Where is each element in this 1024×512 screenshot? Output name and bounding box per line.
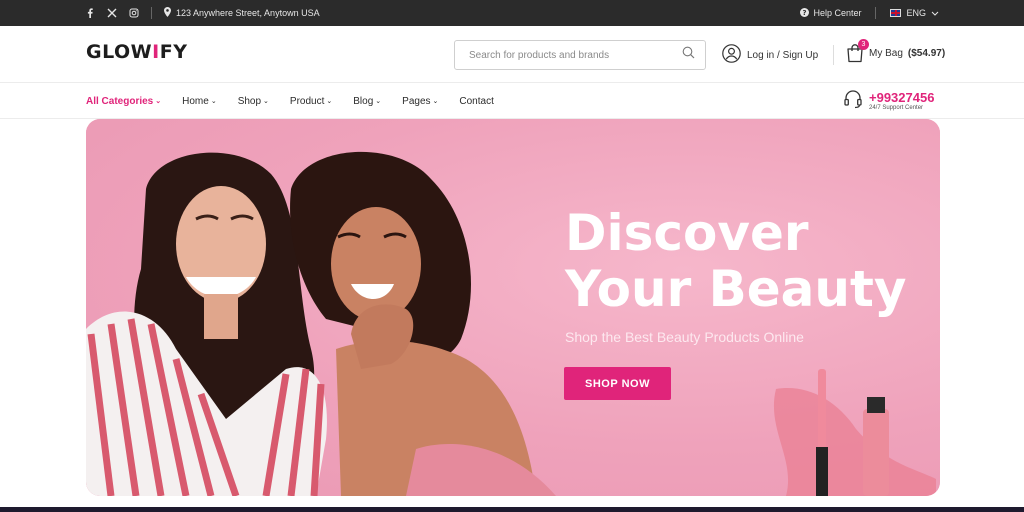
search-input[interactable] — [469, 49, 682, 61]
shopping-bag-icon — [846, 44, 864, 66]
divider — [833, 45, 834, 65]
logo-text: GLOW — [86, 41, 153, 63]
my-bag-button[interactable]: 3 My Bag ($54.97) — [846, 39, 946, 66]
phone-number: +99327456 — [869, 90, 935, 105]
address-text: 123 Anywhere Street, Anytown USA — [176, 8, 320, 18]
divider — [151, 7, 152, 19]
language-selector[interactable]: ENG — [890, 8, 939, 18]
hero-subtitle: Shop the Best Beauty Products Online — [565, 329, 804, 345]
nav-item-pages[interactable]: Pages ⌄ — [402, 96, 438, 107]
hero-photo-models — [86, 151, 556, 496]
nav-item-label: Product — [289, 95, 325, 107]
location-pin-icon — [164, 7, 171, 19]
topbar-right: ? Help Center ENG — [800, 0, 939, 26]
nav-item-shop[interactable]: Shop ⌄ — [238, 96, 269, 107]
main-header: GLOWIFY Log in / Sign Up 3 My Bag ($54.9… — [0, 26, 1024, 83]
chevron-down-icon: ⌄ — [326, 98, 333, 105]
x-icon[interactable] — [107, 8, 117, 18]
logo[interactable]: GLOWIFY — [86, 41, 187, 63]
support-label: 24/7 Support Center — [869, 105, 924, 111]
nav-item-blog[interactable]: Blog ⌄ — [353, 96, 381, 107]
topbar-left: 123 Anywhere Street, Anytown USA — [85, 0, 320, 26]
hero-title: Discover Your Beauty — [565, 205, 906, 317]
chevron-down-icon: ⌄ — [155, 98, 162, 105]
support-text: +99327456 24/7 Support Center — [869, 91, 934, 112]
nav-item-label: Shop — [237, 95, 262, 107]
nav-menu: All Categories ⌄ Home ⌄ Shop ⌄ Product ⌄ Blo… — [86, 83, 515, 119]
language-label: ENG — [906, 8, 926, 18]
logo-tail: FY — [159, 41, 188, 63]
support-phone[interactable]: +99327456 24/7 Support Center — [843, 89, 934, 114]
chevron-down-icon: ⌄ — [375, 98, 382, 105]
logo-accent: I — [152, 41, 160, 63]
nav-item-home[interactable]: Home ⌄ — [182, 96, 217, 107]
hero-banner: Discover Your Beauty Shop the Best Beauty… — [86, 119, 940, 496]
nav-item-product[interactable]: Product ⌄ — [290, 96, 332, 107]
chevron-down-icon: ⌄ — [432, 98, 439, 105]
user-icon — [722, 44, 741, 66]
search-icon[interactable] — [682, 46, 695, 64]
uk-flag-icon — [890, 9, 902, 17]
bag-label: My Bag — [869, 47, 903, 59]
login-label: Log in / Sign Up — [747, 49, 819, 61]
nav-item-label: Contact — [459, 95, 494, 107]
help-center-link[interactable]: ? Help Center — [800, 7, 862, 19]
instagram-icon[interactable] — [129, 8, 139, 18]
nav-item-label: Blog — [353, 95, 374, 107]
svg-text:?: ? — [803, 9, 807, 17]
hero-cosmetics-image — [773, 369, 936, 496]
headset-icon — [843, 89, 863, 114]
address: 123 Anywhere Street, Anytown USA — [164, 7, 320, 19]
chevron-down-icon: ⌄ — [263, 98, 269, 105]
bag-count-badge: 3 — [858, 39, 869, 50]
hero-title-line2: Your Beauty — [565, 260, 907, 318]
nav-item-label: Home — [182, 95, 209, 107]
facebook-icon[interactable] — [85, 8, 95, 18]
nav-item-contact[interactable]: Contact — [459, 96, 493, 107]
hero-title-line1: Discover — [565, 204, 809, 262]
help-center-label: Help Center — [813, 8, 862, 18]
main-nav: All Categories ⌄ Home ⌄ Shop ⌄ Product ⌄ Blo… — [0, 83, 1024, 119]
nav-item-label: All Categories — [86, 95, 154, 107]
bottom-edge — [0, 507, 1024, 512]
bag-icon-wrapper: 3 — [846, 39, 869, 66]
nav-item-all-categories[interactable]: All Categories ⌄ — [86, 96, 161, 107]
chevron-down-icon: ⌄ — [210, 98, 217, 105]
search-box — [454, 40, 706, 70]
chevron-down-icon — [931, 8, 939, 18]
help-icon: ? — [800, 7, 810, 19]
divider — [875, 7, 877, 19]
bag-total: ($54.97) — [907, 47, 946, 59]
top-bar: 123 Anywhere Street, Anytown USA ? Help … — [0, 0, 1024, 26]
login-signup-link[interactable]: Log in / Sign Up — [722, 44, 818, 66]
shop-now-button[interactable]: SHOP NOW — [564, 367, 671, 400]
nav-item-label: Pages — [402, 95, 431, 107]
